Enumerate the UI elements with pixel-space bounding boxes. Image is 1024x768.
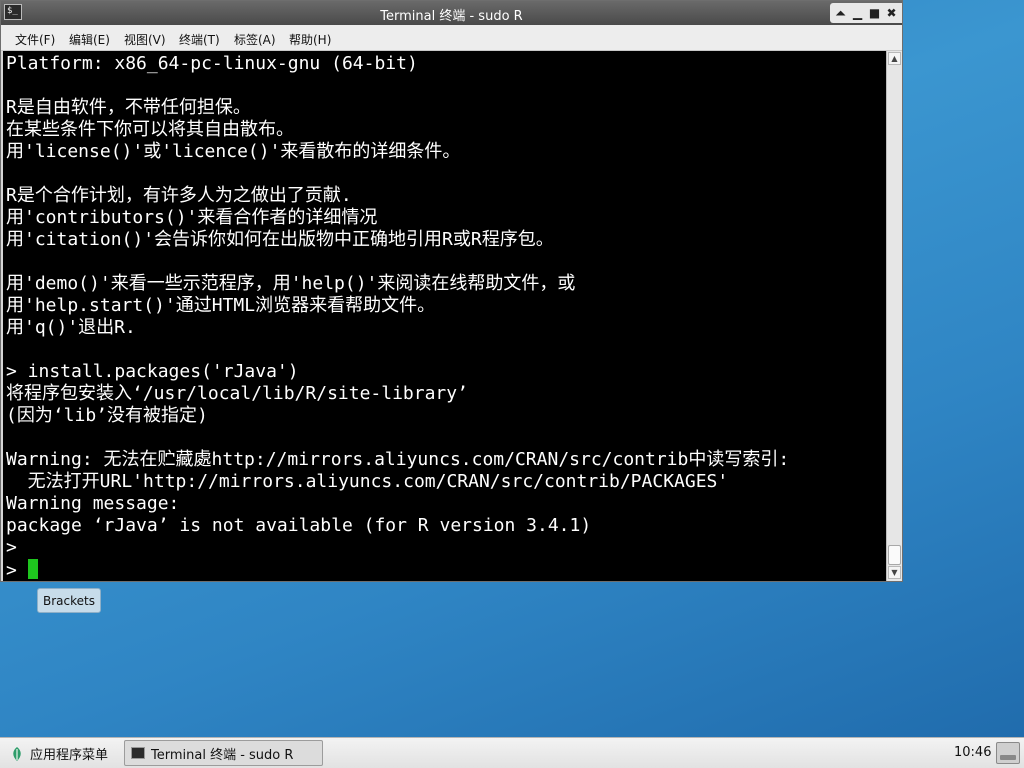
menu-help[interactable]: 帮助(H) xyxy=(289,31,331,48)
shade-icon[interactable]: ⏶ xyxy=(832,3,849,23)
terminal-line: 在某些条件下你可以将其自由散布。 xyxy=(6,119,294,140)
menu-edit[interactable]: 编辑(E) xyxy=(69,31,110,48)
terminal-line: package ‘rJava’ is not available (for R … xyxy=(6,515,592,536)
scroll-down-icon[interactable]: ▼ xyxy=(888,566,901,579)
applications-menu-label: 应用程序菜单 xyxy=(30,748,109,763)
xfce-leaf-icon xyxy=(13,746,21,761)
terminal-line: Platform: x86_64-pc-linux-gnu (64-bit) xyxy=(6,53,418,74)
vertical-scrollbar[interactable]: ▲ ▼ xyxy=(886,51,902,581)
menu-tabs[interactable]: 标签(A) xyxy=(234,31,276,48)
minimize-icon[interactable]: ▁ xyxy=(849,3,866,23)
terminal-line: Warning message: xyxy=(6,493,180,514)
terminal-line: 将程序包安装入‘/usr/local/lib/R/site-library’ xyxy=(6,383,468,404)
menu-view[interactable]: 视图(V) xyxy=(124,31,166,48)
taskbar: 应用程序菜单 Terminal 终端 - sudo R 10:46 xyxy=(0,737,1024,768)
terminal-line: R是自由软件，不带任何担保。 xyxy=(6,97,251,118)
terminal-line: 无法打开URL'http://mirrors.aliyuncs.com/CRAN… xyxy=(6,471,729,492)
menu-terminal[interactable]: 终端(T) xyxy=(179,31,220,48)
clock[interactable]: 10:46 xyxy=(954,745,991,760)
terminal-line: (因为‘lib’没有被指定) xyxy=(6,405,208,426)
terminal-window: $_ Terminal 终端 - sudo R ⏶ ▁ ■ ✖ 文件(F) 编辑… xyxy=(0,0,903,582)
taskbar-terminal-button[interactable]: Terminal 终端 - sudo R xyxy=(124,740,323,766)
terminal-line: 用'q()'退出R. xyxy=(6,317,136,338)
terminal-line: R是个合作计划，有许多人为之做出了贡献. xyxy=(6,185,352,206)
window-title: Terminal 终端 - sudo R xyxy=(380,9,523,24)
terminal-line: 用'citation()'会告诉你如何在出版物中正确地引用R或R程序包。 xyxy=(6,229,554,250)
terminal-line: 用'license()'或'licence()'来看散布的详细条件。 xyxy=(6,141,461,162)
terminal-line: 用'demo()'来看一些示范程序，用'help()'来阅读在线帮助文件，或 xyxy=(6,273,576,294)
window-controls: ⏶ ▁ ■ ✖ xyxy=(830,3,902,23)
tooltip: Brackets xyxy=(37,588,101,613)
prompt-line[interactable]: > xyxy=(6,559,886,581)
terminal-line: > install.packages('rJava') xyxy=(6,361,299,382)
menu-file[interactable]: 文件(F) xyxy=(15,31,55,48)
menu-bar: 文件(F) 编辑(E) 视图(V) 终端(T) 标签(A) 帮助(H) xyxy=(1,25,902,51)
title-bar[interactable]: $_ Terminal 终端 - sudo R ⏶ ▁ ■ ✖ xyxy=(1,1,902,25)
terminal-icon xyxy=(131,747,145,759)
terminal-output[interactable]: Platform: x86_64-pc-linux-gnu (64-bit) R是… xyxy=(3,51,886,581)
close-icon[interactable]: ✖ xyxy=(883,3,900,23)
printer-icon[interactable] xyxy=(996,742,1020,764)
terminal-line: Warning: 无法在贮藏處http://mirrors.aliyuncs.c… xyxy=(6,449,790,470)
terminal-line: 用'help.start()'通过HTML浏览器来看帮助文件。 xyxy=(6,295,436,316)
terminal-line: 用'contributors()'来看合作者的详细情况 xyxy=(6,207,378,228)
applications-menu-button[interactable]: 应用程序菜单 xyxy=(10,744,108,763)
scroll-thumb[interactable] xyxy=(888,545,901,565)
taskbar-terminal-label: Terminal 终端 - sudo R xyxy=(151,747,294,763)
cursor xyxy=(27,559,38,579)
prompt: > xyxy=(6,560,28,581)
maximize-icon[interactable]: ■ xyxy=(866,3,883,23)
scroll-up-icon[interactable]: ▲ xyxy=(888,52,901,65)
terminal-line: > xyxy=(6,537,17,558)
terminal-lines: Platform: x86_64-pc-linux-gnu (64-bit) R是… xyxy=(6,53,886,559)
